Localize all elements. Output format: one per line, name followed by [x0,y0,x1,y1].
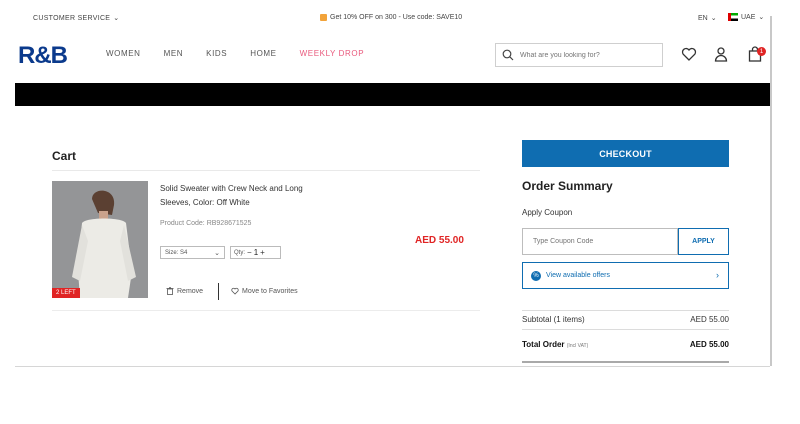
customer-service-link[interactable]: CUSTOMER SERVICE ⌄ [33,14,120,23]
move-to-favorites-button[interactable]: Move to Favorites [231,287,298,295]
cart-item-divider [52,310,480,311]
remove-label: Remove [177,287,204,295]
nav-home[interactable]: HOME [250,49,276,58]
product-name[interactable]: Solid Sweater with Crew Neck and Long Sl… [160,182,330,210]
nav-kids[interactable]: KIDS [206,49,227,58]
remove-button[interactable]: Remove [166,287,203,295]
nav-men[interactable]: MEN [164,49,184,58]
trash-icon [166,287,174,295]
qty-increase-button[interactable]: + [260,248,265,257]
promo-text: Get 10% OFF on 300 - Use code: SAVE10 [330,14,463,21]
promo-banner: Get 10% OFF on 300 - Use code: SAVE10 [320,14,462,21]
view-offers-button[interactable]: % View available offers › [522,262,729,289]
customer-service-label: CUSTOMER SERVICE [33,14,111,22]
bag-count-badge: 1 [757,47,766,56]
chevron-down-icon: ⌄ [758,14,765,21]
summary-bottom-line [522,361,729,363]
vat-note: (Incl VAT) [566,343,589,349]
quantity-stepper[interactable]: Qty: − 1 + [230,246,281,259]
size-value: Size: S4 [165,249,188,256]
summary-divider [522,310,729,311]
search-box[interactable] [495,43,663,67]
checkout-button[interactable]: CHECKOUT [522,140,729,167]
summary-divider [522,329,729,330]
cart-title: Cart [52,149,77,163]
heart-icon[interactable] [681,46,697,62]
favorites-label: Move to Favorites [242,287,298,295]
apply-coupon-label: Apply Coupon [522,208,573,217]
country-selector[interactable]: UAE ⌄ [728,13,764,21]
coupon-code-input[interactable] [522,228,678,255]
subtotal-value: AED 55.00 [690,315,729,324]
nav-women[interactable]: WOMEN [106,49,141,58]
total-label: Total Order [522,340,565,349]
chevron-right-icon: › [716,270,719,280]
header-banner-bar [15,83,770,106]
offer-tag-icon: % [531,270,541,281]
subtotal-label: Subtotal (1 items) [522,315,585,324]
apply-coupon-button[interactable]: APPLY [678,228,729,255]
total-row: Total Order (Incl VAT) AED 55.00 [522,340,729,349]
search-icon [502,49,514,61]
window-edge-line [770,16,772,366]
action-divider [218,283,219,300]
total-value: AED 55.00 [689,340,729,349]
product-image[interactable]: 2 LEFT [52,181,148,298]
qty-value: 1 [253,248,259,257]
stock-badge: 2 LEFT [52,288,80,298]
chevron-down-icon: ⌄ [113,15,120,22]
size-selector[interactable]: Size: S4 ⌄ [160,246,225,259]
subtotal-row: Subtotal (1 items) AED 55.00 [522,315,729,324]
total-label-group: Total Order (Incl VAT) [522,340,588,349]
cart-divider [52,170,480,171]
item-price: AED 55.00 [415,235,464,246]
product-photo [52,181,148,298]
country-label: UAE [741,13,756,21]
gift-icon [320,14,327,21]
heart-icon [231,287,239,295]
utility-bar: CUSTOMER SERVICE ⌄ Get 10% OFF on 300 - … [15,11,770,27]
qty-label: Qty: [234,249,246,256]
language-selector[interactable]: EN ⌄ [698,14,717,23]
chevron-down-icon: ⌄ [214,249,220,257]
user-icon[interactable] [713,46,729,62]
order-summary-title: Order Summary [522,179,613,193]
page-bottom-line [15,366,770,367]
chevron-down-icon: ⌄ [710,15,717,22]
qty-decrease-button[interactable]: − [247,248,252,257]
main-nav: WOMEN MEN KIDS HOME WEEKLY DROP [106,49,387,58]
uae-flag-icon [728,13,738,21]
view-offers-label: View available offers [546,272,610,279]
search-input[interactable] [520,51,660,59]
product-code: Product Code: RB928671525 [160,220,252,227]
language-label: EN [698,14,708,22]
nav-weekly-drop[interactable]: WEEKLY DROP [300,49,365,58]
brand-logo[interactable]: R&B [18,42,68,70]
